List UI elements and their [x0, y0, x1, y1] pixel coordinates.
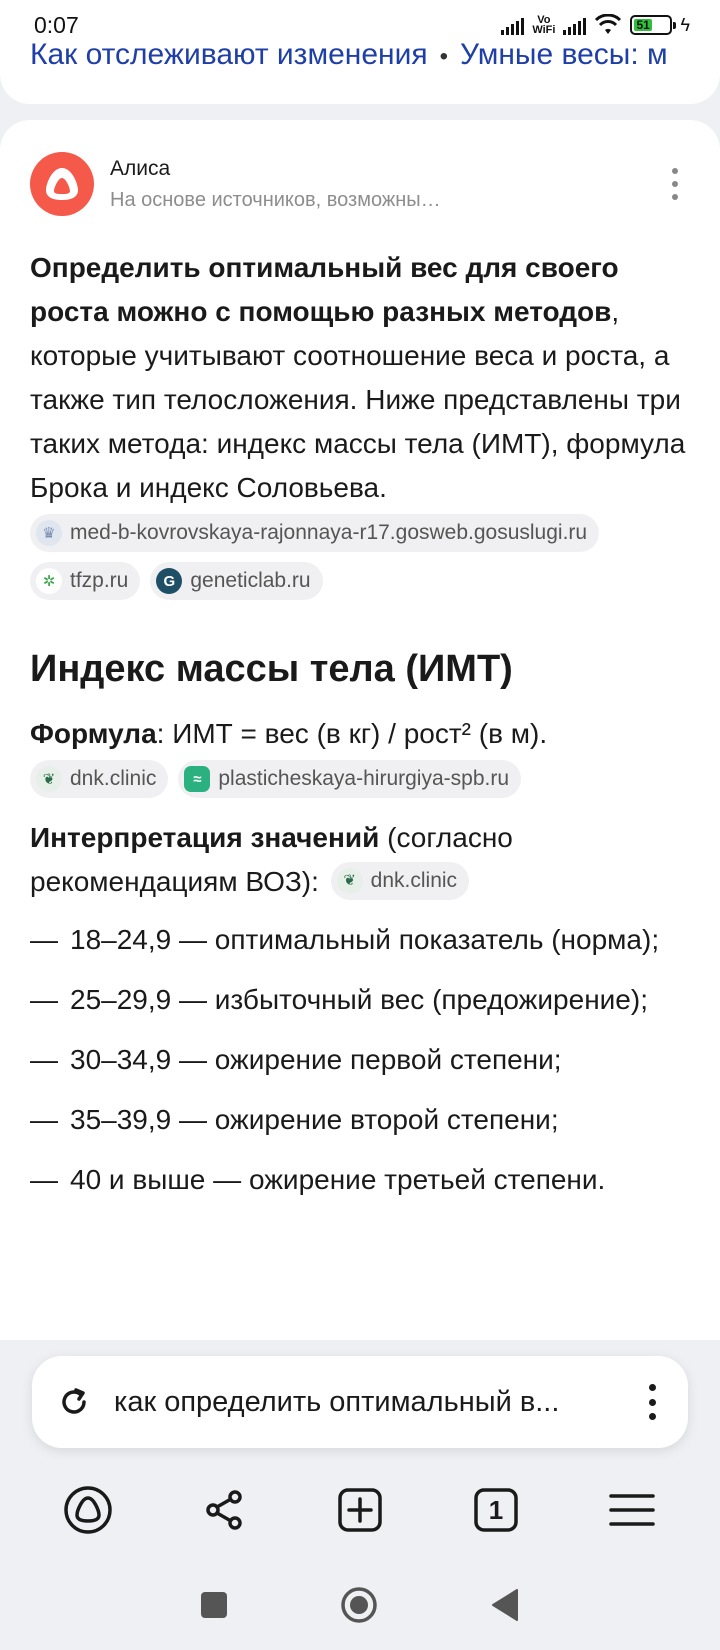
plus-square-icon — [338, 1488, 382, 1532]
section-heading: Индекс массы тела (ИМТ) — [30, 648, 513, 690]
browser-toolbar: 1 — [0, 1460, 720, 1560]
status-icons: Vo WiFi 51 ϟ — [501, 14, 690, 36]
alice-logo-icon[interactable] — [30, 152, 94, 216]
new-tab-button[interactable] — [325, 1475, 395, 1545]
source-label: geneticlab.ru — [190, 569, 311, 592]
alice-icon — [64, 1486, 112, 1534]
list-dash: — — [30, 1164, 58, 1195]
formula-label: Формула — [30, 718, 157, 749]
back-icon[interactable] — [489, 1588, 521, 1622]
source-chip[interactable]: ≈ plasticheskaya-hirurgiya-spb.ru — [178, 760, 522, 798]
search-area: как определить оптимальный в... — [0, 1340, 720, 1460]
alice-name: Алиса — [110, 156, 171, 180]
alice-subtitle[interactable]: На основе источников, возможны… — [110, 189, 441, 212]
geneticlab-icon: G — [156, 568, 183, 594]
list-item: — 35–39,9 — ожирение второй степени; — [30, 1098, 690, 1142]
source-label: dnk.clinic — [70, 767, 157, 790]
plastic-surgery-icon: ≈ — [184, 766, 211, 792]
alice-answer-card: Алиса На основе источников, возможны… Оп… — [0, 120, 720, 1340]
system-navbar — [0, 1560, 720, 1650]
share-icon — [206, 1490, 242, 1530]
tabs-button[interactable]: 1 — [461, 1475, 531, 1545]
list-item-text: 40 и выше — ожирение третьей степени. — [70, 1164, 606, 1195]
gov-emblem-icon: ♛ — [36, 520, 62, 546]
list-dash: — — [30, 924, 58, 955]
formula-text: : ИМТ = вес (в кг) / рост² (в м). — [156, 718, 548, 749]
list-item: — 40 и выше — ожирение третьей степени. — [30, 1158, 690, 1202]
dnk-clinic-icon: ❦ — [336, 867, 363, 894]
tab-count: 1 — [488, 1494, 504, 1525]
alice-button[interactable] — [53, 1475, 123, 1545]
refresh-icon[interactable] — [56, 1384, 92, 1420]
source-chip[interactable]: G geneticlab.ru — [150, 562, 323, 600]
battery-icon: 51 — [630, 15, 677, 35]
recents-icon[interactable] — [199, 1590, 229, 1620]
wifi-icon — [595, 14, 622, 34]
tfzp-icon: ✲ — [36, 568, 62, 594]
source-chip[interactable]: ✲ tfzp.ru — [30, 562, 141, 600]
list-dash: — — [30, 1104, 58, 1135]
list-item: — 30–34,9 — ожирение первой степени; — [30, 1038, 690, 1082]
answer-sources: ♛ med-b-kovrovskaya-rajonnaya-r17.gosweb… — [30, 514, 690, 600]
source-chip[interactable]: ❦ dnk.clinic — [30, 760, 169, 798]
alice-header: Алиса На основе источников, возможны… — [30, 150, 690, 218]
list-dash: — — [30, 984, 58, 1015]
source-chip[interactable]: ❦ dnk.clinic — [330, 861, 470, 900]
home-icon[interactable] — [339, 1585, 379, 1625]
answer-bold: Определить оптимальный вес для своего ро… — [30, 252, 619, 327]
alice-meta: Алиса На основе источников, возможны… — [110, 157, 441, 212]
more-options-icon[interactable] — [660, 164, 690, 204]
list-dash: — — [30, 1044, 58, 1075]
list-item-text: 30–34,9 — ожирение первой степени; — [70, 1044, 562, 1075]
interp-label: Интерпретация значений — [30, 822, 380, 853]
list-item-text: 25–29,9 — избыточный вес (предожирение); — [70, 984, 648, 1015]
source-label: plasticheskaya-hirurgiya-spb.ru — [218, 767, 510, 790]
source-chip[interactable]: ♛ med-b-kovrovskaya-rajonnaya-r17.gosweb… — [30, 514, 600, 552]
list-item: — 25–29,9 — избыточный вес (предожирение… — [30, 978, 690, 1022]
formula-sources: ❦ dnk.clinic ≈ plasticheskaya-hirurgiya-… — [30, 760, 690, 798]
interpretation-paragraph: Интерпретация значений (согласно рекомен… — [30, 816, 690, 904]
signal-icon — [501, 15, 525, 35]
status-time: 0:07 — [34, 11, 79, 38]
source-label: med-b-kovrovskaya-rajonnaya-r17.gosweb.g… — [70, 521, 588, 544]
hamburger-icon — [609, 1494, 655, 1526]
share-button[interactable] — [189, 1475, 259, 1545]
status-bar: 0:07 Vo WiFi 51 ϟ — [0, 0, 720, 50]
list-item: — 18–24,9 — оптимальный показатель (норм… — [30, 918, 690, 962]
list-item-text: 18–24,9 — оптимальный показатель (норма)… — [70, 924, 660, 955]
source-label: dnk.clinic — [370, 868, 458, 892]
charging-icon: ϟ — [680, 14, 690, 35]
answer-rest: , которые учитывают соотношение веса и р… — [30, 296, 686, 503]
search-query[interactable]: как определить оптимальный в... — [114, 1386, 640, 1419]
battery-level: 51 — [634, 18, 652, 32]
menu-button[interactable] — [597, 1475, 667, 1545]
search-menu-icon[interactable] — [640, 1382, 664, 1422]
search-bar[interactable]: как определить оптимальный в... — [32, 1356, 688, 1448]
bmi-list: — 18–24,9 — оптимальный показатель (норм… — [30, 918, 690, 1202]
formula-paragraph: Формула: ИМТ = вес (в кг) / рост² (в м). — [30, 712, 690, 756]
source-label: tfzp.ru — [70, 569, 129, 592]
vowifi-icon: Vo WiFi — [532, 14, 556, 36]
signal-icon-2 — [563, 15, 587, 35]
list-item-text: 35–39,9 — ожирение второй степени; — [70, 1104, 559, 1135]
dnk-clinic-icon: ❦ — [36, 766, 62, 792]
answer-text: Определить оптимальный вес для своего ро… — [30, 246, 690, 510]
